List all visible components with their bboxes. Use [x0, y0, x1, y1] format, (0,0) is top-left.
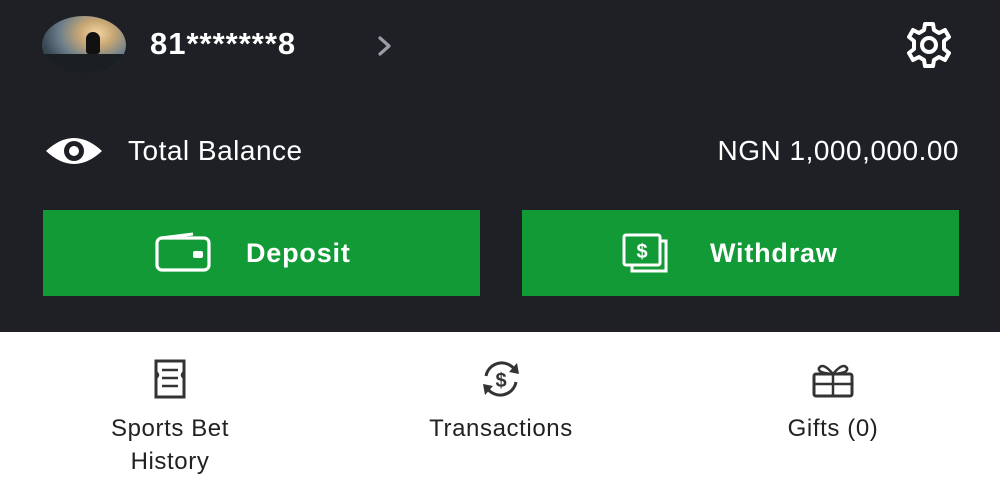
transactions-label: Transactions	[429, 415, 573, 442]
user-id[interactable]: 81*******8	[150, 22, 296, 66]
avatar[interactable]	[42, 16, 126, 74]
sports-bet-history-line2: History	[130, 448, 210, 475]
account-header-panel: 81*******8 Total Balance NGN 1,000,000.0…	[0, 0, 1000, 332]
avatar-ground	[42, 54, 126, 74]
sports-bet-history-tile[interactable]: Sports Bet History	[20, 350, 320, 480]
total-balance-amount: NGN 1,000,000.00	[717, 135, 959, 166]
deposit-button[interactable]: Deposit	[43, 210, 480, 296]
sports-bet-history-label: Sports Bet History	[20, 412, 320, 478]
transactions-tile[interactable]: $ Transactions	[351, 350, 651, 480]
cash-icon: $	[622, 233, 668, 273]
currency-exchange-icon: $	[483, 361, 519, 397]
total-balance-label: Total Balance	[128, 135, 303, 166]
gift-icon	[812, 364, 854, 398]
wallet-icon	[155, 232, 211, 272]
svg-text:$: $	[636, 241, 647, 263]
gifts-tile[interactable]: Gifts (0)	[683, 350, 983, 480]
chevron-right-icon[interactable]	[370, 34, 400, 58]
svg-text:$: $	[495, 370, 506, 392]
gear-icon[interactable]	[898, 20, 960, 70]
gifts-label: Gifts (0)	[787, 415, 879, 442]
sports-bet-history-line1: Sports Bet	[110, 415, 230, 442]
eye-icon[interactable]	[44, 131, 104, 171]
receipt-icon	[154, 359, 186, 399]
deposit-label: Deposit	[246, 238, 351, 268]
avatar-figure	[86, 32, 100, 54]
withdraw-button[interactable]: $ Withdraw	[522, 210, 959, 296]
withdraw-label: Withdraw	[710, 238, 838, 268]
